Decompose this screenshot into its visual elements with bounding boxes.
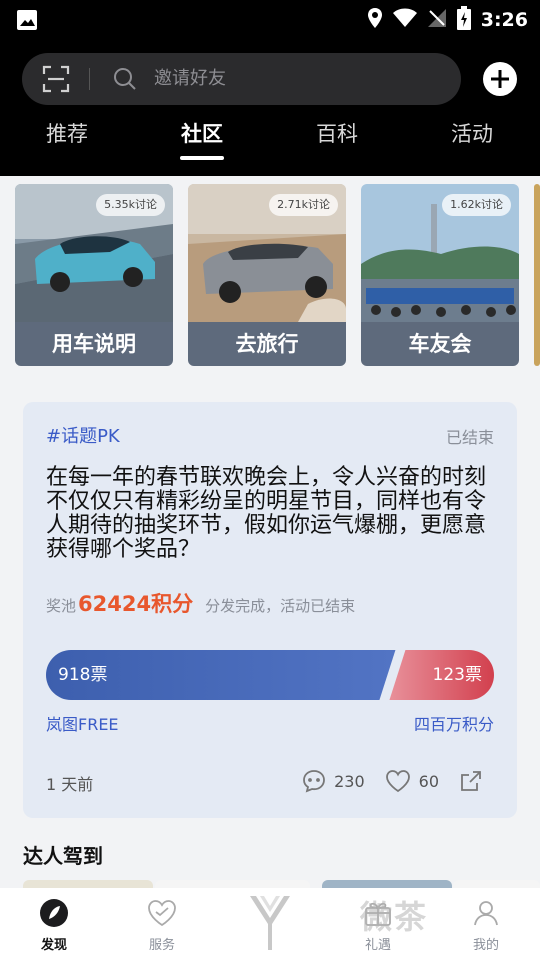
like-count: 60 [418,771,439,791]
discussion-count-badge: 2.71k讨论 [269,194,338,216]
no-signal-icon [427,8,447,32]
voyah-logo-icon [250,896,290,950]
category-card-car-manual[interactable]: 5.35k讨论 用车说明 [15,184,173,366]
status-label: 已结束 [445,428,494,447]
nav-mine[interactable]: 我的 [446,898,526,953]
nav-label: 服务 [148,938,175,953]
header: 邀请好友 推荐 社区 百科 活动 [0,40,540,176]
comment-icon [303,770,325,793]
category-label: 车友会 [408,332,472,356]
search-input[interactable]: 邀请好友 [154,66,226,92]
post-time: 1 天前 [46,775,94,794]
search-divider [89,68,90,90]
nav-label: 我的 [472,938,499,953]
share-icon [461,771,481,791]
vote-bar: 918票 123票 [46,650,494,700]
prize-note: 分发完成，活动已结束 [205,597,356,615]
like-button[interactable]: 60 [385,769,439,793]
search-bar[interactable]: 邀请好友 [22,53,461,105]
section-title: 达人驾到 [23,844,103,868]
share-button[interactable] [459,769,491,793]
nav-service[interactable]: 服务 [122,898,202,953]
prize-pool: 奖池 62424积分 分发完成，活动已结束 [46,588,355,618]
pk-question: 在每一年的春节联欢晚会上，令人兴奋的时刻不仅仅只有精彩纷呈的明星节目，同样也有令… [46,465,487,562]
scan-icon[interactable] [42,65,70,93]
topic-pk-card[interactable]: #话题PK 已结束 在每一年的春节联欢晚会上，令人兴奋的时刻不仅仅只有精彩纷呈的… [23,402,517,818]
profile-icon [474,901,498,926]
tab-encyclopedia[interactable]: 百科 [292,118,382,150]
add-button[interactable] [483,62,517,96]
discover-icon [40,899,68,927]
battery-icon [456,6,471,34]
nav-label: 发现 [40,938,67,953]
category-label: 用车说明 [52,332,136,356]
prize-label: 奖池 [46,597,77,615]
tab-recommend[interactable]: 推荐 [22,118,112,150]
status-bar: 3:26 [0,0,540,40]
bottom-nav: 发现 服务 礼遇 我的 [0,888,540,960]
prize-amount: 62424积分 [78,592,194,616]
category-label: 去旅行 [235,332,299,356]
tab-community[interactable]: 社区 [157,118,247,150]
search-icon [112,66,138,92]
tab-events[interactable]: 活动 [427,118,517,150]
heart-icon [385,770,410,793]
gallery-icon [16,9,38,35]
right-vote-count: 123票 [432,665,482,685]
comment-button[interactable]: 230 [302,769,365,793]
category-card-travel[interactable]: 2.71k讨论 去旅行 [188,184,346,366]
nav-brand-home[interactable] [230,894,310,956]
active-tab-indicator [180,156,224,160]
watermark: 微茶 [360,898,429,936]
topic-tag[interactable]: #话题PK [46,422,120,448]
wifi-icon [392,8,417,32]
left-vote-count: 918票 [58,665,108,685]
category-card-car-club[interactable]: 1.62k讨论 车友会 [361,184,519,366]
comment-count: 230 [334,771,365,791]
service-icon [148,900,176,927]
location-icon [367,7,383,33]
category-card-peek[interactable] [534,184,540,366]
nav-discover[interactable]: 发现 [14,898,94,953]
right-option-label[interactable]: 四百万积分 [414,711,494,735]
discussion-count-badge: 5.35k讨论 [96,194,165,216]
post-actions: 230 60 [282,768,491,794]
clock: 3:26 [480,9,528,31]
left-option-label[interactable]: 岚图FREE [46,711,119,735]
discussion-count-badge: 1.62k讨论 [442,194,511,216]
